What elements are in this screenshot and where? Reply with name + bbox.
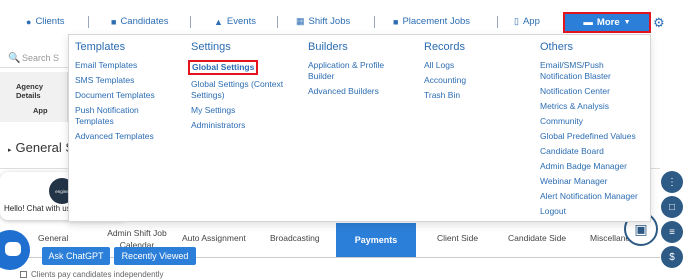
menu-column-records: Records All Logs Accounting Trash Bin	[424, 41, 514, 105]
ask-chatgpt-button[interactable]: Ask ChatGPT	[42, 247, 110, 265]
nav-label: Shift Jobs	[308, 16, 351, 27]
calendar-icon: ▦	[296, 16, 305, 26]
menu-item-administrators[interactable]: Administrators	[191, 120, 301, 131]
gear-icon[interactable]: ⚙	[653, 15, 665, 31]
nav-separator	[277, 16, 278, 28]
checklist-icon[interactable]: ≡	[661, 221, 683, 243]
menu-item-logout[interactable]: Logout	[540, 206, 648, 217]
checkbox[interactable]	[20, 271, 27, 278]
recently-viewed-button[interactable]: Recently Viewed	[114, 247, 196, 265]
tab-auto-assignment[interactable]: Auto Assignment	[182, 233, 246, 243]
nav-shift-jobs[interactable]: ▦ Shift Jobs	[296, 16, 350, 27]
section-title[interactable]: ▸ General S	[8, 140, 74, 155]
menu-item-metrics-analysis[interactable]: Metrics & Analysis	[540, 101, 648, 112]
suitcase-icon: ■	[393, 16, 399, 27]
side-app[interactable]: App	[33, 106, 48, 115]
chevron-down-icon: ▼	[623, 19, 631, 26]
menu-item-document-templates[interactable]: Document Templates	[75, 90, 185, 101]
menu-item-advanced-templates[interactable]: Advanced Templates	[75, 131, 185, 142]
menu-item-global-settings[interactable]: Global Settings	[188, 60, 259, 75]
more-menu-button[interactable]: ▬ More ▼	[563, 12, 651, 33]
menu-item-sms-templates[interactable]: SMS Templates	[75, 75, 185, 86]
side-agency-details[interactable]: Agency Details	[16, 82, 67, 100]
menu-heading-builders: Builders	[308, 41, 348, 53]
menu-item-my-settings[interactable]: My Settings	[191, 105, 301, 116]
expand-arrow-icon: ▸	[8, 147, 12, 154]
menu-item-global-settings-context[interactable]: Global Settings (Context Settings)	[191, 79, 301, 101]
more-mega-menu: Templates Email Templates SMS Templates …	[68, 34, 651, 222]
option-label: Clients pay candidates independently	[31, 270, 164, 279]
globe-icon: ●	[26, 16, 32, 27]
dollar-icon[interactable]: $	[661, 246, 683, 268]
menu-heading-templates: Templates	[75, 41, 126, 53]
search-icon: 🔍	[8, 53, 21, 64]
menu-item-notification-center[interactable]: Notification Center	[540, 86, 648, 97]
menu-item-push-notification-templates[interactable]: Push Notification Templates	[75, 105, 165, 127]
menu-item-notification-blaster[interactable]: Email/SMS/Push Notification Blaster	[540, 60, 648, 82]
menu-item-community[interactable]: Community	[540, 116, 648, 127]
nav-candidates[interactable]: ■ Candidates	[111, 16, 169, 27]
mobile-icon: ▯	[514, 16, 519, 26]
tab-general[interactable]: General	[38, 233, 68, 243]
nav-placement-jobs[interactable]: ■ Placement Jobs	[393, 16, 470, 27]
chat-bubble-icon	[5, 242, 21, 256]
nav-clients[interactable]: ● Clients	[26, 16, 64, 27]
trophy-icon: ▲	[214, 16, 223, 27]
chat-greeting: Hello! Chat with us!	[4, 204, 73, 213]
nav-label: Placement Jobs	[402, 16, 471, 27]
nav-label: App	[522, 16, 540, 27]
tab-payments[interactable]: Payments	[336, 223, 416, 257]
section-title-text: General S	[15, 140, 75, 155]
book-icon[interactable]: □	[661, 196, 683, 218]
menu-item-candidate-board[interactable]: Candidate Board	[540, 146, 648, 157]
floppy-disk-icon: ▣	[634, 220, 648, 237]
menu-item-accounting[interactable]: Accounting	[424, 75, 514, 86]
menu-item-all-logs[interactable]: All Logs	[424, 60, 514, 71]
nav-separator	[497, 16, 498, 28]
menu-item-admin-badge-manager[interactable]: Admin Badge Manager	[540, 161, 648, 172]
nav-events[interactable]: ▲ Events	[214, 16, 256, 27]
pay-independently-option[interactable]: Clients pay candidates independently	[20, 270, 164, 279]
menu-item-webinar-manager[interactable]: Webinar Manager	[540, 176, 648, 187]
nav-label: Candidates	[120, 16, 169, 27]
menu-heading-others: Others	[540, 41, 574, 53]
menu-item-application-profile-builder[interactable]: Application & Profile Builder	[308, 60, 403, 82]
menu-heading-settings: Settings	[191, 41, 231, 53]
nav-app[interactable]: ▯ App	[514, 16, 540, 27]
apps-icon[interactable]: ⋮	[661, 171, 683, 193]
nav-separator	[190, 16, 191, 28]
menu-item-advanced-builders[interactable]: Advanced Builders	[308, 86, 403, 97]
menu-heading-records: Records	[424, 41, 465, 53]
menu-column-builders: Builders Application & Profile Builder A…	[308, 41, 403, 101]
top-navigation: ● Clients ■ Candidates ▲ Events ▦ Shift Jobs…	[0, 10, 688, 36]
menu-column-others: Others Email/SMS/Push Notification Blast…	[540, 41, 648, 221]
briefcase-icon: ■	[111, 16, 117, 27]
side-panel: Agency Details App	[0, 72, 68, 122]
menu-item-alert-notification-manager[interactable]: Alert Notification Manager	[540, 191, 648, 202]
tab-broadcasting[interactable]: Broadcasting	[270, 233, 320, 243]
search-area[interactable]: 🔍 Search S	[0, 48, 68, 68]
chat-icon: ▬	[583, 17, 593, 28]
nav-separator	[374, 16, 375, 28]
menu-item-trash-bin[interactable]: Trash Bin	[424, 90, 514, 101]
search-placeholder: Search S	[22, 53, 60, 63]
tab-candidate-side[interactable]: Candidate Side	[508, 233, 566, 243]
menu-column-settings: Settings Global Settings Global Settings…	[188, 41, 301, 135]
menu-item-global-predefined-values[interactable]: Global Predefined Values	[540, 131, 648, 142]
menu-item-email-templates[interactable]: Email Templates	[75, 60, 185, 71]
nav-label: Events	[226, 16, 256, 27]
menu-column-templates: Templates Email Templates SMS Templates …	[75, 41, 185, 146]
tab-client-side[interactable]: Client Side	[437, 233, 478, 243]
more-label: More	[596, 17, 620, 28]
nav-label: Clients	[35, 16, 65, 27]
nav-separator	[88, 16, 89, 28]
